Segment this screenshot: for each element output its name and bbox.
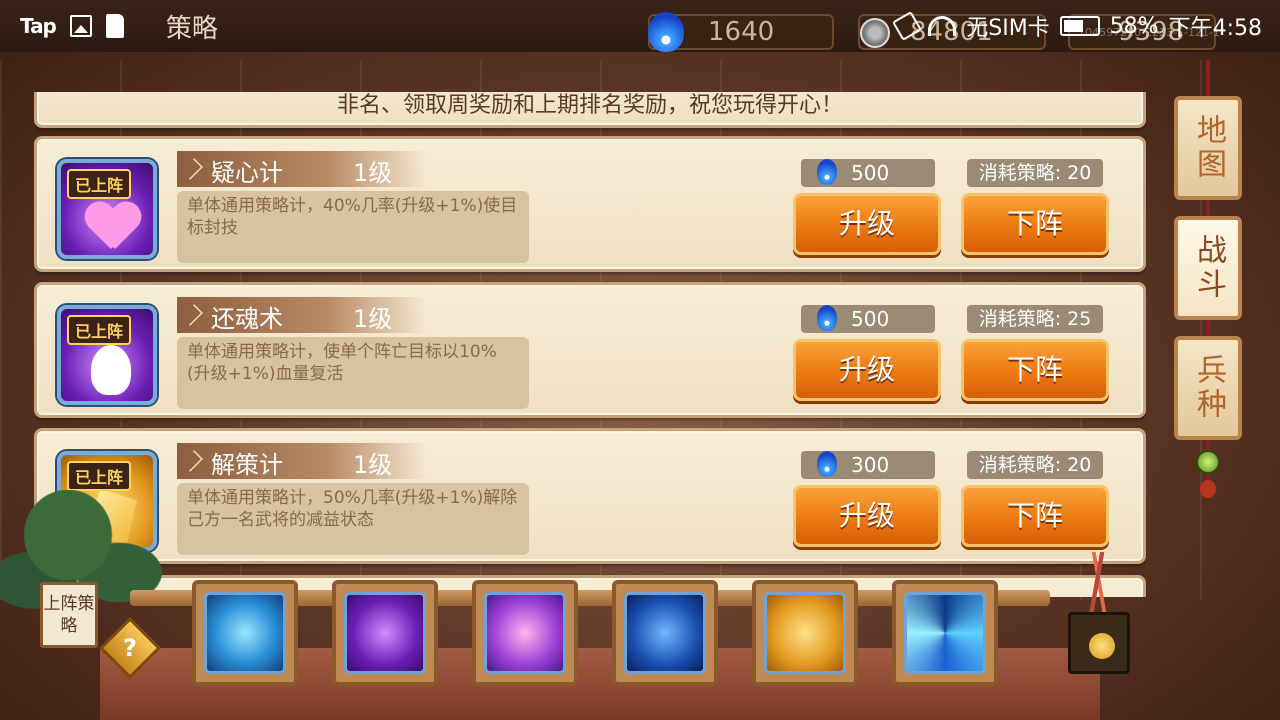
- tab-battle[interactable]: 战斗: [1174, 216, 1242, 320]
- equipped-slot[interactable]: [192, 580, 298, 686]
- upgrade-cost-value: 300: [851, 453, 890, 477]
- shatter-skill-icon: [764, 592, 846, 674]
- question-icon: ?: [123, 634, 137, 662]
- skill-level: 1级: [353, 159, 393, 187]
- upgrade-button[interactable]: 升级: [793, 485, 941, 547]
- battery-icon: [1059, 16, 1100, 36]
- upgrade-cost: 300: [801, 451, 935, 479]
- notice-card: 非名、领取周奖励和上期排名奖励，祝您玩得开心！: [34, 92, 1146, 128]
- unequip-button[interactable]: 下阵: [961, 193, 1109, 255]
- blue-flame-icon: [817, 451, 837, 477]
- equipped-slot[interactable]: [752, 580, 858, 686]
- jade-knot-icon: [1196, 450, 1220, 474]
- skill-card: 已上阵 解策计 1级 单体通用策略计，50%几率(升级+1%)解除己方一名武将的…: [34, 428, 1146, 564]
- battery-percent: 58%: [1109, 13, 1159, 39]
- strategy-consume: 消耗策略: 20: [967, 159, 1103, 187]
- blue-flame-icon: [817, 159, 837, 185]
- clock: 下午4:58: [1168, 16, 1262, 41]
- chevron-right-icon: [181, 450, 203, 472]
- tab-troops[interactable]: 兵种: [1174, 336, 1242, 440]
- skill-description: 单体通用策略计，50%几率(升级+1%)解除己方一名武将的减益状态: [177, 483, 529, 555]
- swap-icon: [1089, 633, 1115, 659]
- chevron-right-icon: [181, 304, 203, 326]
- arrows-decoration: [1078, 552, 1122, 614]
- blue-flame-icon: [648, 12, 684, 52]
- coin-icon: [860, 18, 890, 48]
- upgrade-cost-value: 500: [851, 307, 890, 331]
- upgrade-cost: 500: [801, 159, 935, 187]
- notice-text: 非名、领取周奖励和上期排名奖励，祝您玩得开心！: [336, 93, 843, 118]
- ghost-icon: [91, 345, 131, 395]
- strategy-list[interactable]: 非名、领取周奖励和上期排名奖励，祝您玩得开心！ 已上阵 疑心计 1级 单体通用策…: [34, 92, 1146, 597]
- spirit-value: 1640: [708, 17, 775, 47]
- skill-level: 1级: [353, 305, 393, 333]
- gallery-icon: [69, 15, 92, 37]
- skill-card: 已上阵 还魂术 1级 单体通用策略计，使单个阵亡目标以10%(升级+1%)血量复…: [34, 282, 1146, 418]
- equipped-slot[interactable]: [332, 580, 438, 686]
- skill-name: 解策计: [211, 451, 283, 479]
- equipped-slot[interactable]: [472, 580, 578, 686]
- tap-app-badge: Tap: [20, 14, 57, 38]
- dragon-skill-icon: [204, 592, 286, 674]
- deploy-strategy-sign: 上阵策略: [40, 582, 98, 648]
- swap-button[interactable]: [1068, 612, 1130, 674]
- upgrade-button[interactable]: 升级: [793, 193, 941, 255]
- equipped-badge: 已上阵: [67, 315, 132, 345]
- system-status: 无SIM卡 58% 下午4:58: [892, 10, 1262, 42]
- upgrade-cost: 500: [801, 305, 935, 333]
- skill-name-band: 还魂术 1级: [177, 297, 427, 333]
- skill-name: 疑心计: [211, 159, 283, 187]
- skill-name-band: 解策计 1级: [177, 443, 427, 479]
- equipped-badge: 已上阵: [67, 169, 132, 199]
- skill-name-band: 疑心计 1级: [177, 151, 427, 187]
- equipped-slot[interactable]: [612, 580, 718, 686]
- strategy-consume: 消耗策略: 25: [967, 305, 1103, 333]
- skill-name: 还魂术: [211, 305, 283, 333]
- wifi-icon: [928, 16, 957, 36]
- equipped-slot[interactable]: [892, 580, 998, 686]
- tab-map[interactable]: 地图: [1174, 96, 1242, 200]
- vibrate-icon: [892, 10, 923, 42]
- upgrade-cost-value: 500: [851, 161, 890, 185]
- equipped-badge: 已上阵: [67, 461, 132, 491]
- skill-icon[interactable]: 已上阵: [57, 159, 157, 259]
- page-title: 策略: [165, 13, 218, 44]
- skill-description: 单体通用策略计，使单个阵亡目标以10%(升级+1%)血量复活: [177, 337, 529, 409]
- ghost-skill-icon: [344, 592, 426, 674]
- unequip-button[interactable]: 下阵: [961, 339, 1109, 401]
- blue-flame-icon: [817, 305, 837, 331]
- sd-card-icon: [105, 14, 124, 38]
- strategy-consume: 消耗策略: 20: [967, 451, 1103, 479]
- skill-icon[interactable]: 已上阵: [57, 305, 157, 405]
- bead-icon: [1200, 480, 1216, 498]
- spirit-resource: 1640: [648, 12, 834, 52]
- skill-description: 单体通用策略计，40%几率(升级+1%)使目标封技: [177, 191, 529, 263]
- skill-level: 1级: [353, 451, 393, 479]
- network-status: 无SIM卡: [966, 16, 1050, 41]
- vortex-skill-icon: [904, 592, 986, 674]
- upgrade-button[interactable]: 升级: [793, 339, 941, 401]
- skill-card: 已上阵 疑心计 1级 单体通用策略计，40%几率(升级+1%)使目标封技 500…: [34, 136, 1146, 272]
- unequip-button[interactable]: 下阵: [961, 485, 1109, 547]
- heart-skill-icon: [484, 592, 566, 674]
- slash-skill-icon: [624, 592, 706, 674]
- chevron-right-icon: [181, 158, 203, 180]
- heart-icon: [85, 203, 137, 249]
